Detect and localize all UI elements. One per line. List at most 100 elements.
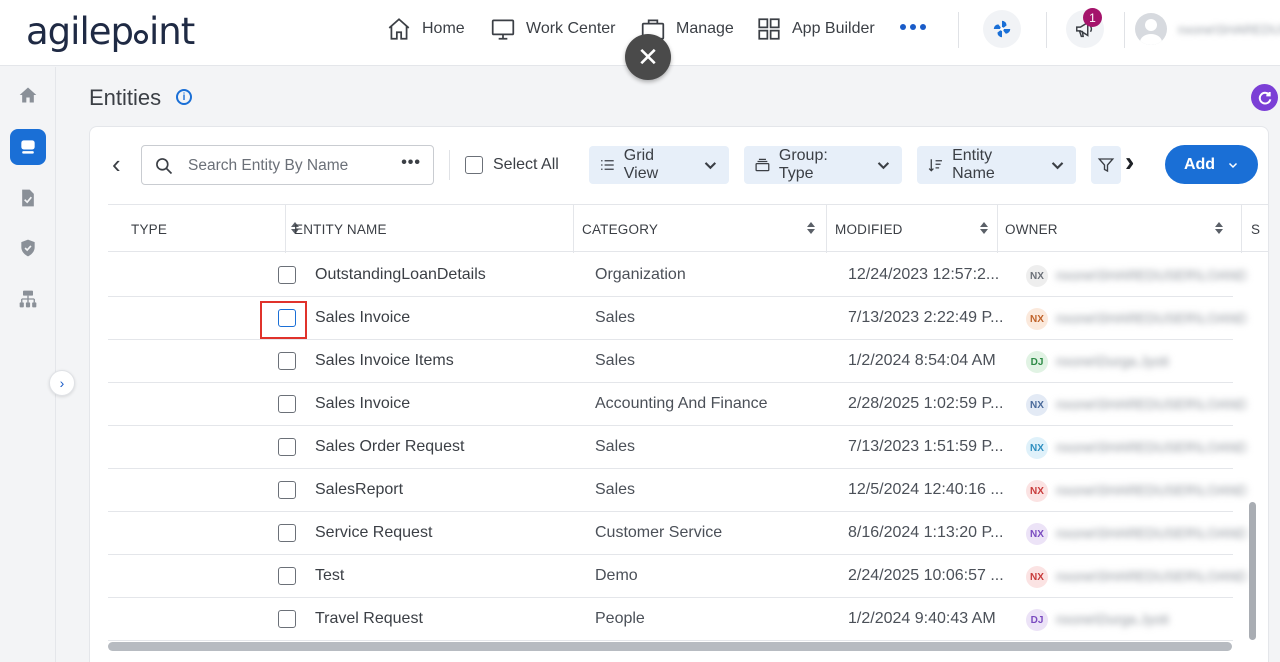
agilepoint-logo[interactable]: agilep int (26, 10, 195, 53)
table-row[interactable]: Sales Invoice Accounting And Finance 2/2… (108, 383, 1246, 426)
column-header-entity-name[interactable]: ENTITY NAME (294, 205, 564, 253)
nav-home-label: Home (422, 20, 465, 37)
column-divider (826, 205, 827, 253)
row-checkbox[interactable] (278, 309, 296, 327)
sort-arrows-icon[interactable] (979, 221, 989, 235)
vertical-scrollbar-thumb[interactable] (1249, 502, 1256, 640)
column-category-label: CATEGORY (582, 221, 659, 237)
owner-name: nxone\SHAREDUSER\LOANDIVISION (1056, 439, 1246, 455)
sidebar-item-entities[interactable] (10, 129, 46, 165)
sort-by-dropdown[interactable]: Entity Name (917, 146, 1076, 184)
column-header-type[interactable]: TYPE (131, 205, 308, 253)
row-checkbox[interactable] (278, 481, 296, 499)
entity-modified: 12/24/2023 12:57:2... (848, 266, 1000, 283)
horizontal-scrollbar[interactable] (108, 642, 1232, 651)
row-checkbox[interactable] (278, 524, 296, 542)
select-all-control[interactable]: Select All (465, 156, 559, 174)
grid-view-dropdown[interactable]: Grid View (589, 146, 729, 184)
list-icon (601, 160, 614, 170)
table-row[interactable]: OutstandingLoanDetails Organization 12/2… (108, 254, 1246, 297)
scroll-left-button[interactable]: ‹ (112, 151, 121, 178)
entity-category: Customer Service (595, 524, 723, 541)
nav-work-center[interactable]: Work Center (490, 14, 616, 44)
sidebar-item-home[interactable] (10, 77, 46, 113)
group-by-dropdown[interactable]: Group: Type (744, 146, 902, 184)
agilepoint-assistant-button[interactable] (983, 10, 1021, 48)
sort-by-label: Entity Name (952, 147, 995, 182)
nav-app-builder[interactable]: App Builder (756, 14, 875, 44)
user-name[interactable]: nxone\SHAREDUSER (1178, 22, 1280, 37)
row-checkbox[interactable] (278, 395, 296, 413)
nav-manage-label: Manage (676, 20, 734, 37)
column-divider (285, 205, 286, 253)
select-all-checkbox[interactable] (465, 156, 483, 174)
entity-name[interactable]: Test (315, 567, 344, 585)
entity-name[interactable]: Sales Order Request (315, 438, 464, 456)
owner-name: nxone\Durga.Jyoti (1056, 353, 1169, 369)
sidebar-item-security[interactable] (10, 230, 46, 266)
entity-name[interactable]: Travel Request (315, 610, 423, 628)
owner-avatar: DJ (1026, 609, 1048, 631)
owner-avatar: NX (1026, 437, 1048, 459)
search-options-icon[interactable]: ••• (401, 154, 421, 172)
table-row[interactable]: Sales Invoice Items Sales 1/2/2024 8:54:… (108, 340, 1233, 383)
nav-app-builder-label: App Builder (792, 20, 875, 37)
filter-icon (1097, 158, 1115, 173)
table-row[interactable]: Test Demo 2/24/2025 10:06:57 ... NX nxon… (108, 555, 1246, 598)
sort-arrows-icon[interactable] (1214, 221, 1224, 235)
home-icon (388, 18, 410, 40)
entity-category: Sales (595, 481, 636, 498)
column-header-category[interactable]: CATEGORY (582, 205, 824, 253)
nav-home[interactable]: Home (386, 14, 465, 44)
sidebar-item-documents[interactable] (10, 180, 46, 216)
row-checkbox[interactable] (278, 352, 296, 370)
document-check-icon (22, 189, 34, 207)
user-avatar[interactable] (1135, 13, 1167, 45)
expand-sidebar-button[interactable]: › (49, 370, 75, 396)
scroll-right-button[interactable]: › (1125, 148, 1134, 177)
owner-avatar: DJ (1026, 351, 1048, 373)
search-entity-field[interactable]: ••• (141, 145, 434, 185)
row-checkbox[interactable] (278, 567, 296, 585)
select-all-label: Select All (493, 156, 559, 173)
more-horizontal-icon[interactable] (900, 24, 926, 30)
table-row[interactable]: Service Request Customer Service 8/16/20… (108, 512, 1246, 555)
left-sidebar (0, 67, 56, 662)
group-by-label: Group: Type (778, 147, 828, 182)
chevron-down-icon (1229, 162, 1238, 168)
column-modified-label: MODIFIED (835, 221, 903, 237)
close-icon: ✕ (637, 41, 659, 72)
hierarchy-icon (19, 290, 37, 308)
owner-avatar: NX (1026, 566, 1048, 588)
entity-modified: 1/2/2024 8:54:04 AM (848, 352, 996, 369)
entity-name[interactable]: Service Request (315, 524, 432, 542)
entity-modified: 7/13/2023 1:51:59 P... (848, 438, 1004, 455)
entity-name[interactable]: SalesReport (315, 481, 403, 499)
search-icon (156, 158, 173, 175)
column-header-status[interactable]: S (1251, 205, 1268, 253)
column-header-modified[interactable]: MODIFIED (835, 205, 997, 253)
owner-avatar: NX (1026, 480, 1048, 502)
row-checkbox[interactable] (278, 266, 296, 284)
entity-category: Sales (595, 438, 636, 455)
sort-arrows-icon[interactable] (806, 221, 816, 235)
add-button[interactable]: Add (1165, 145, 1258, 184)
info-icon[interactable]: i (176, 89, 192, 105)
refresh-button[interactable] (1251, 84, 1278, 111)
search-input[interactable] (188, 155, 388, 177)
entity-name[interactable]: Sales Invoice (315, 309, 410, 327)
entity-name[interactable]: Sales Invoice Items (315, 352, 454, 370)
close-overlay-button[interactable]: ✕ (625, 34, 671, 80)
row-checkbox[interactable] (278, 438, 296, 456)
table-row[interactable]: Sales Order Request Sales 7/13/2023 1:51… (108, 426, 1246, 469)
filter-button[interactable] (1091, 146, 1121, 184)
table-row[interactable]: Sales Invoice Sales 7/13/2023 2:22:49 P.… (108, 297, 1246, 340)
column-divider (997, 205, 998, 253)
entity-name[interactable]: OutstandingLoanDetails (315, 266, 486, 284)
sidebar-item-hierarchy[interactable] (10, 281, 46, 317)
table-row[interactable]: SalesReport Sales 12/5/2024 12:40:16 ...… (108, 469, 1246, 512)
column-header-owner[interactable]: OWNER (1005, 205, 1232, 253)
entity-name[interactable]: Sales Invoice (315, 395, 410, 413)
row-checkbox[interactable] (278, 610, 296, 628)
table-row[interactable]: Travel Request People 1/2/2024 9:40:43 A… (108, 598, 1233, 641)
